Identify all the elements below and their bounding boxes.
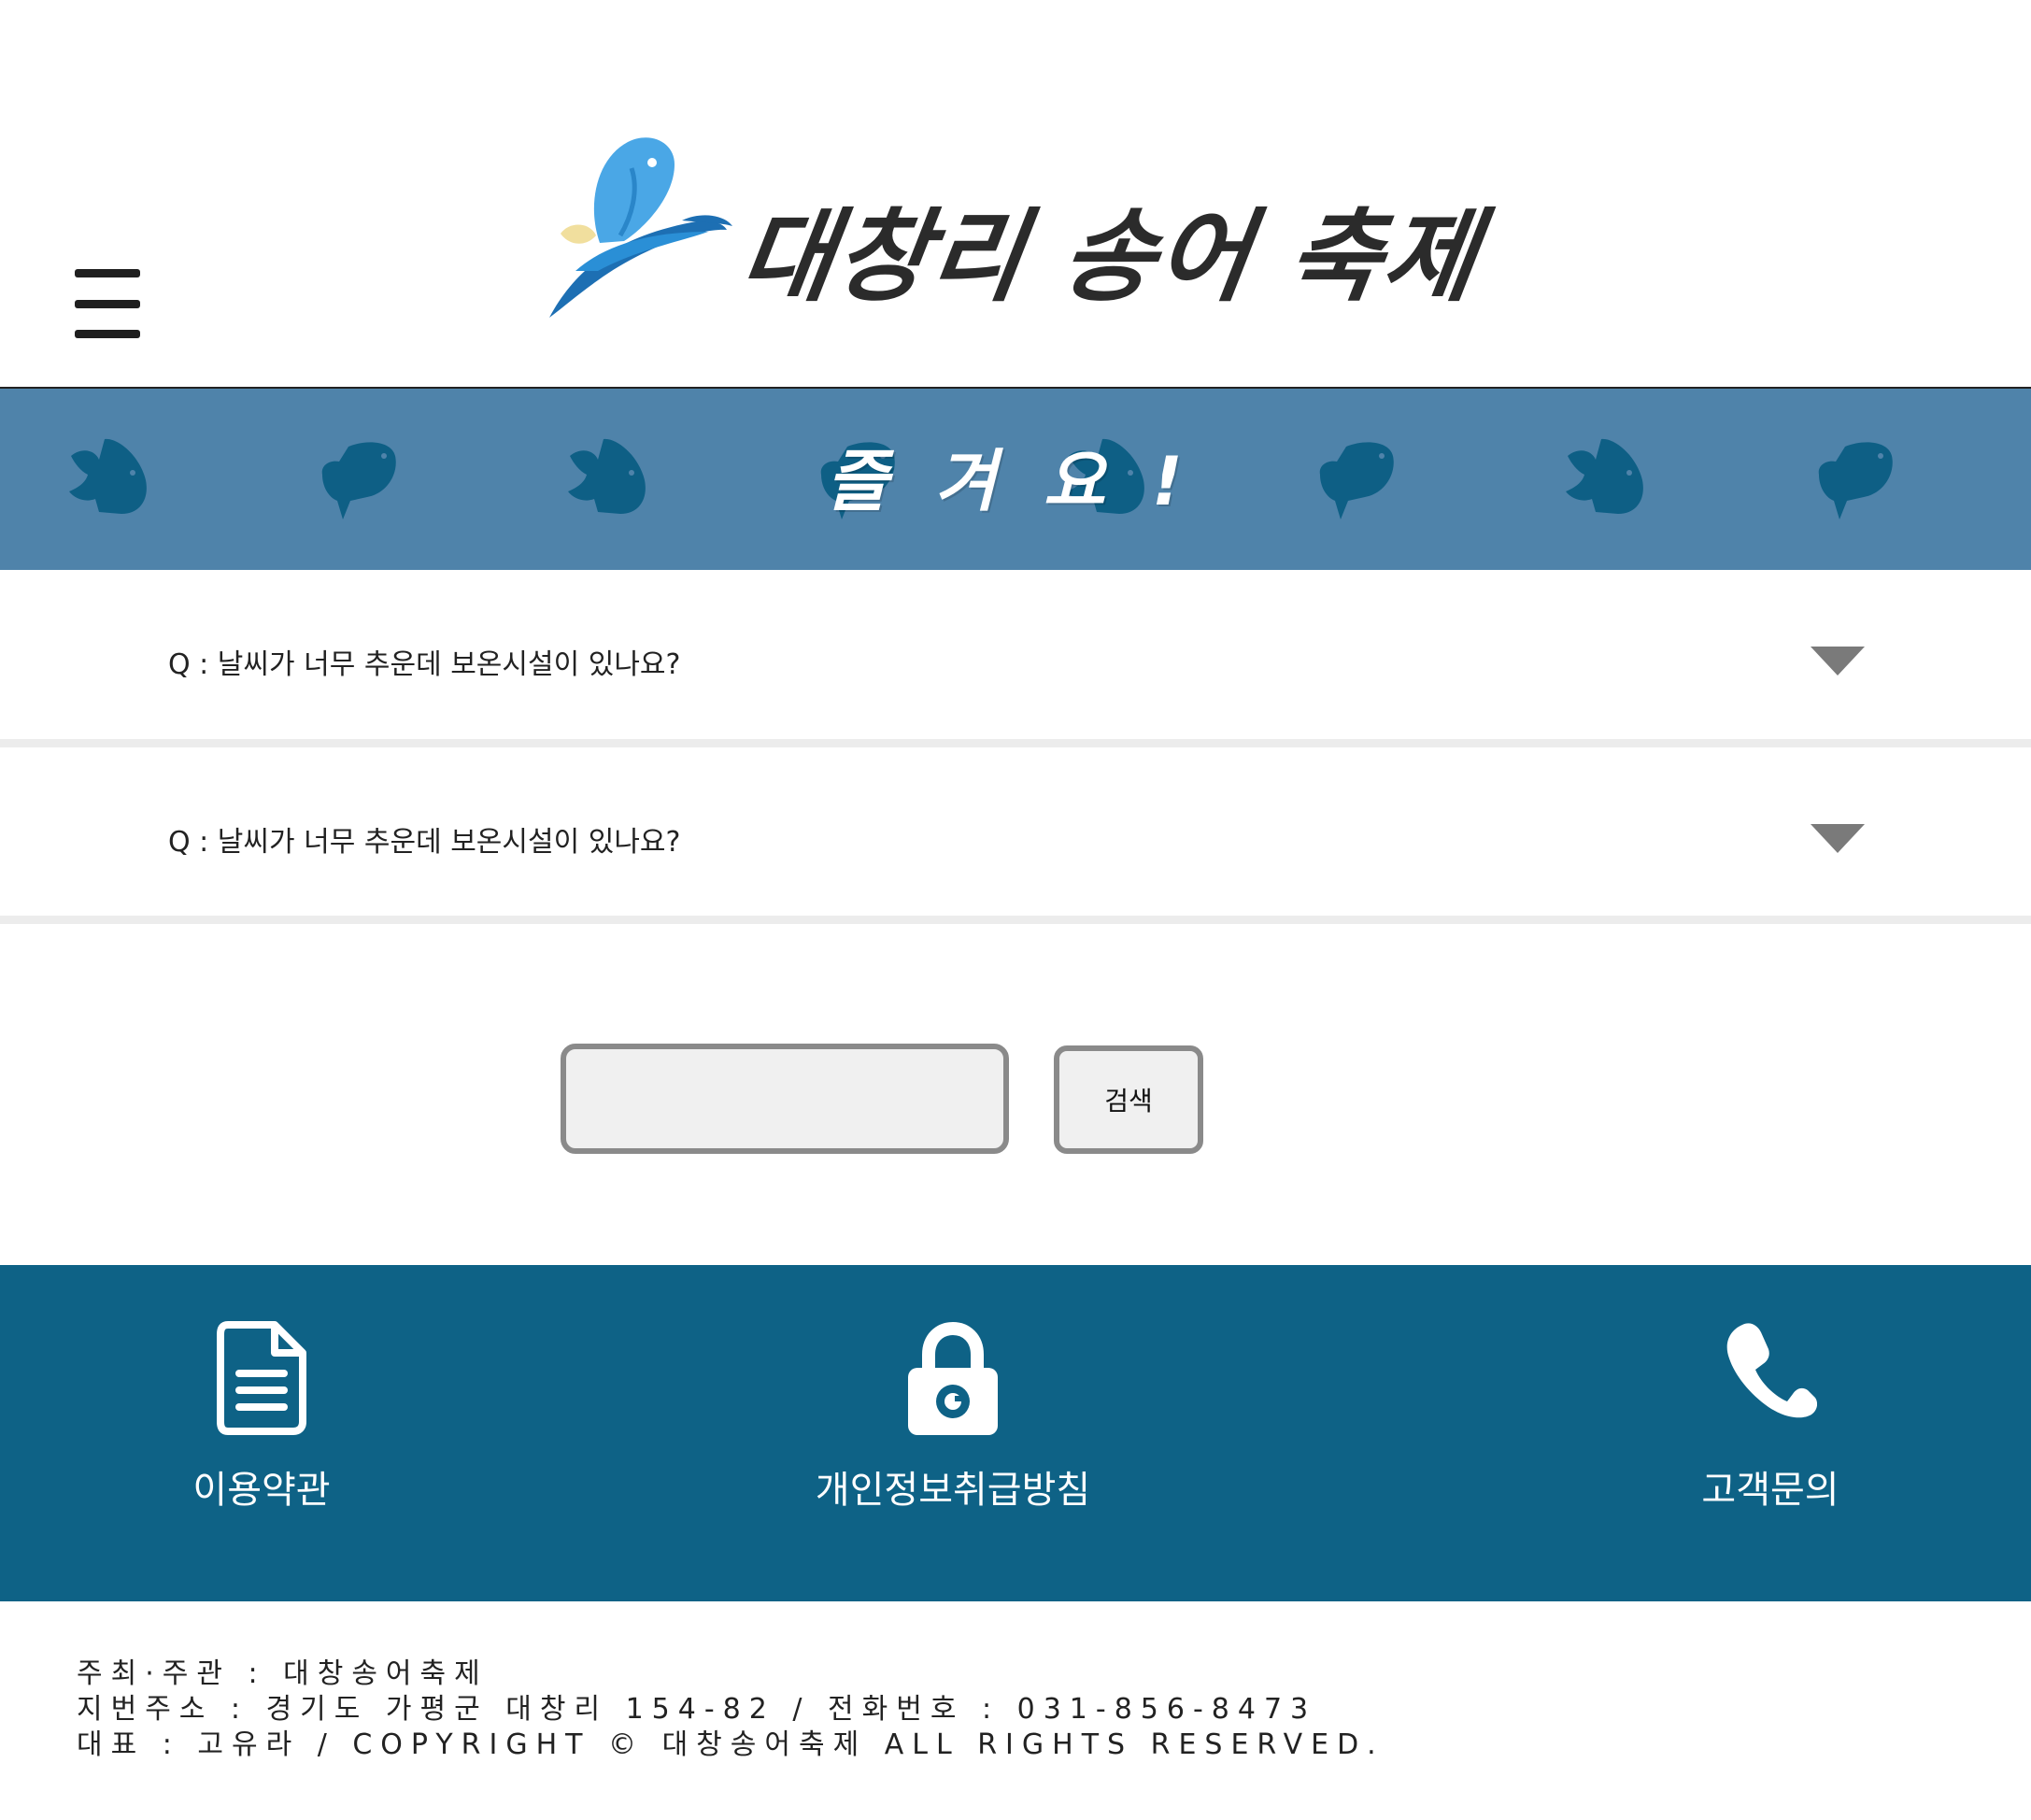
fish-icon bbox=[321, 442, 396, 519]
site-header: 대창리 송어 축제 bbox=[0, 0, 2031, 389]
faq-item[interactable]: Q : 날씨가 너무 추운데 보온시설이 있나요? bbox=[0, 747, 2031, 924]
contact-label: 고객문의 bbox=[1701, 1469, 1839, 1512]
fish-icon bbox=[1566, 438, 1643, 514]
terms-label: 이용약관 bbox=[192, 1469, 331, 1512]
faq-question: Q : 날씨가 너무 추운데 보온시설이 있나요? bbox=[168, 826, 681, 859]
logo-text: 대창리 송어 축제 bbox=[732, 199, 1487, 316]
fish-icon bbox=[568, 438, 646, 514]
chevron-down-icon[interactable] bbox=[1811, 647, 1865, 675]
privacy-policy-label: 개인정보취급방침 bbox=[815, 1469, 1091, 1512]
footer-links: 이용약관 개인정보취급방침 고객문의 bbox=[0, 1265, 2031, 1601]
footer-info-text: 주최·주관 : 대창송어축제 지번주소 : 경기도 가평군 대창리 154-82… bbox=[77, 1656, 1385, 1762]
lock-icon bbox=[908, 1321, 998, 1435]
contact-link[interactable]: 고객문의 bbox=[1630, 1265, 1910, 1601]
banner-title: 즐겨요! bbox=[826, 442, 1229, 520]
hamburger-bar bbox=[75, 269, 140, 277]
fish-icon bbox=[1319, 442, 1394, 519]
hamburger-bar bbox=[75, 330, 140, 338]
hamburger-menu-icon[interactable] bbox=[75, 269, 140, 338]
faq-list: Q : 날씨가 너무 추운데 보온시설이 있나요? Q : 날씨가 너무 추운데… bbox=[0, 570, 2031, 924]
chevron-down-icon[interactable] bbox=[1811, 824, 1865, 853]
terms-link[interactable]: 이용약관 bbox=[121, 1265, 402, 1601]
address-line: 지번주소 : 경기도 가평군 대창리 154-82 / 전화번호 : 031-8… bbox=[77, 1693, 1317, 1726]
footer-info: 주최·주관 : 대창송어축제 지번주소 : 경기도 가평군 대창리 154-82… bbox=[0, 1601, 2031, 1819]
search-section: 검색 bbox=[0, 924, 2031, 1265]
fish-icon bbox=[69, 438, 147, 514]
document-icon bbox=[217, 1321, 306, 1435]
faq-question: Q : 날씨가 너무 추운데 보온시설이 있나요? bbox=[168, 648, 681, 681]
hamburger-bar bbox=[75, 300, 140, 308]
copyright-line: 대표 : 고유라 / COPYRIGHT © 대창송어축제 ALL RIGHTS… bbox=[77, 1728, 1385, 1761]
phone-icon bbox=[1726, 1323, 1817, 1418]
fish-logo-icon bbox=[549, 137, 732, 318]
banner: 즐겨요! bbox=[0, 389, 2031, 570]
fish-icon bbox=[1818, 442, 1893, 519]
search-button[interactable]: 검색 bbox=[1054, 1045, 1203, 1154]
privacy-policy-link[interactable]: 개인정보취급방침 bbox=[766, 1265, 1140, 1601]
search-input[interactable] bbox=[561, 1044, 1009, 1154]
site-logo[interactable]: 대창리 송어 축제 bbox=[542, 131, 1495, 336]
faq-item[interactable]: Q : 날씨가 너무 추운데 보온시설이 있나요? bbox=[0, 570, 2031, 747]
organizer-line: 주최·주관 : 대창송어축제 bbox=[77, 1657, 489, 1690]
